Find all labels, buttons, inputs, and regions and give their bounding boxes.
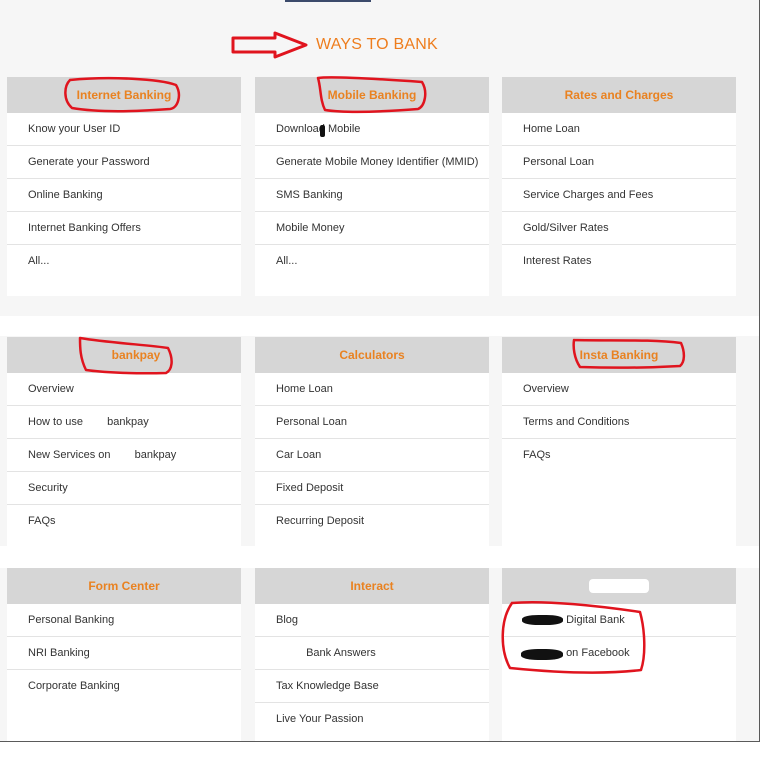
page-frame: WAYS TO BANK Internet Banking Know your … (0, 0, 760, 742)
link-text: Digital Bank (566, 614, 625, 626)
link-all[interactable]: All... (7, 245, 241, 278)
card-mobile-banking: Mobile Banking Download Mobile Generate … (255, 77, 489, 296)
link-overview[interactable]: Overview (7, 373, 241, 406)
link-car-loan-calc[interactable]: Car Loan (255, 439, 489, 472)
card-form-center: Form Center Personal Banking NRI Banking… (7, 568, 241, 741)
row-separator (0, 546, 759, 568)
card-interact: Interact Blog Bank Answers Tax Knowledge… (255, 568, 489, 741)
redaction-mark (320, 125, 325, 137)
link-know-user-id[interactable]: Know your User ID (7, 113, 241, 146)
link-nri-banking[interactable]: NRI Banking (7, 637, 241, 670)
link-generate-password[interactable]: Generate your Password (7, 146, 241, 179)
link-service-charges[interactable]: Service Charges and Fees (502, 179, 736, 212)
page-heading: WAYS TO BANK (316, 36, 438, 53)
link-faqs[interactable]: FAQs (502, 439, 736, 472)
link-personal-loan[interactable]: Personal Loan (502, 146, 736, 179)
card-internet-banking: Internet Banking Know your User ID Gener… (7, 77, 241, 296)
link-recurring-deposit-calc[interactable]: Recurring Deposit (255, 505, 489, 538)
redaction-mark (521, 649, 563, 660)
link-interest-rates[interactable]: Interest Rates (502, 245, 736, 278)
card-title: Insta Banking (502, 337, 736, 373)
link-gold-silver-rates[interactable]: Gold/Silver Rates (502, 212, 736, 245)
card-title: Form Center (7, 568, 241, 604)
card-title: Internet Banking (7, 77, 241, 113)
card-calculators: Calculators Home Loan Personal Loan Car … (255, 337, 489, 546)
link-generate-mmid[interactable]: Generate Mobile Money Identifier (MMID) (255, 146, 489, 179)
link-online-banking[interactable]: Online Banking (7, 179, 241, 212)
link-terms-conditions[interactable]: Terms and Conditions (502, 406, 736, 439)
link-blog[interactable]: Blog (255, 604, 489, 637)
link-home-loan[interactable]: Home Loan (502, 113, 736, 146)
link-text: Bank Answers (306, 647, 376, 659)
card-title: bankpay (7, 337, 241, 373)
link-text: How to use (28, 416, 84, 428)
card-title: Rates and Charges (502, 77, 736, 113)
card-title-text: bankpay (111, 348, 161, 362)
row-separator (0, 316, 759, 336)
link-personal-banking[interactable]: Personal Banking (7, 604, 241, 637)
link-personal-loan-calc[interactable]: Personal Loan (255, 406, 489, 439)
link-overview[interactable]: Overview (502, 373, 736, 406)
link-bank-answers[interactable]: Bank Answers (255, 637, 489, 670)
link-security[interactable]: Security (7, 472, 241, 505)
link-new-services[interactable]: New Services on bankpay (7, 439, 241, 472)
link-corporate-banking[interactable]: Corporate Banking (7, 670, 241, 703)
top-accent-bar (285, 0, 371, 2)
red-arrow-annotation (231, 31, 308, 59)
card-title: Calculators (255, 337, 489, 373)
link-text: on Facebook (566, 647, 630, 659)
card-rates-charges: Rates and Charges Home Loan Personal Loa… (502, 77, 736, 296)
card-title: Mobile Banking (255, 77, 489, 113)
card-bankpay: bankpay Overview How to use bankpay New … (7, 337, 241, 546)
redaction-mark (522, 615, 563, 625)
link-text: bankpay (107, 416, 149, 428)
link-all[interactable]: All... (255, 245, 489, 278)
link-how-to-use[interactable]: How to use bankpay (7, 406, 241, 439)
link-tax-knowledge-base[interactable]: Tax Knowledge Base (255, 670, 489, 703)
link-live-your-passion[interactable]: Live Your Passion (255, 703, 489, 736)
link-mobile-money[interactable]: Mobile Money (255, 212, 489, 245)
redacted-title (589, 579, 649, 593)
card-title (502, 568, 736, 604)
link-fixed-deposit-calc[interactable]: Fixed Deposit (255, 472, 489, 505)
heading-area: WAYS TO BANK (230, 30, 438, 60)
link-faqs[interactable]: FAQs (7, 505, 241, 538)
card-insta-banking: Insta Banking Overview Terms and Conditi… (502, 337, 736, 546)
link-download-mobile[interactable]: Download Mobile (255, 113, 489, 146)
link-text: New Services on (28, 449, 111, 461)
link-sms-banking[interactable]: SMS Banking (255, 179, 489, 212)
link-internet-banking-offers[interactable]: Internet Banking Offers (7, 212, 241, 245)
link-home-loan-calc[interactable]: Home Loan (255, 373, 489, 406)
link-text: bankpay (134, 449, 177, 461)
card-title: Interact (255, 568, 489, 604)
